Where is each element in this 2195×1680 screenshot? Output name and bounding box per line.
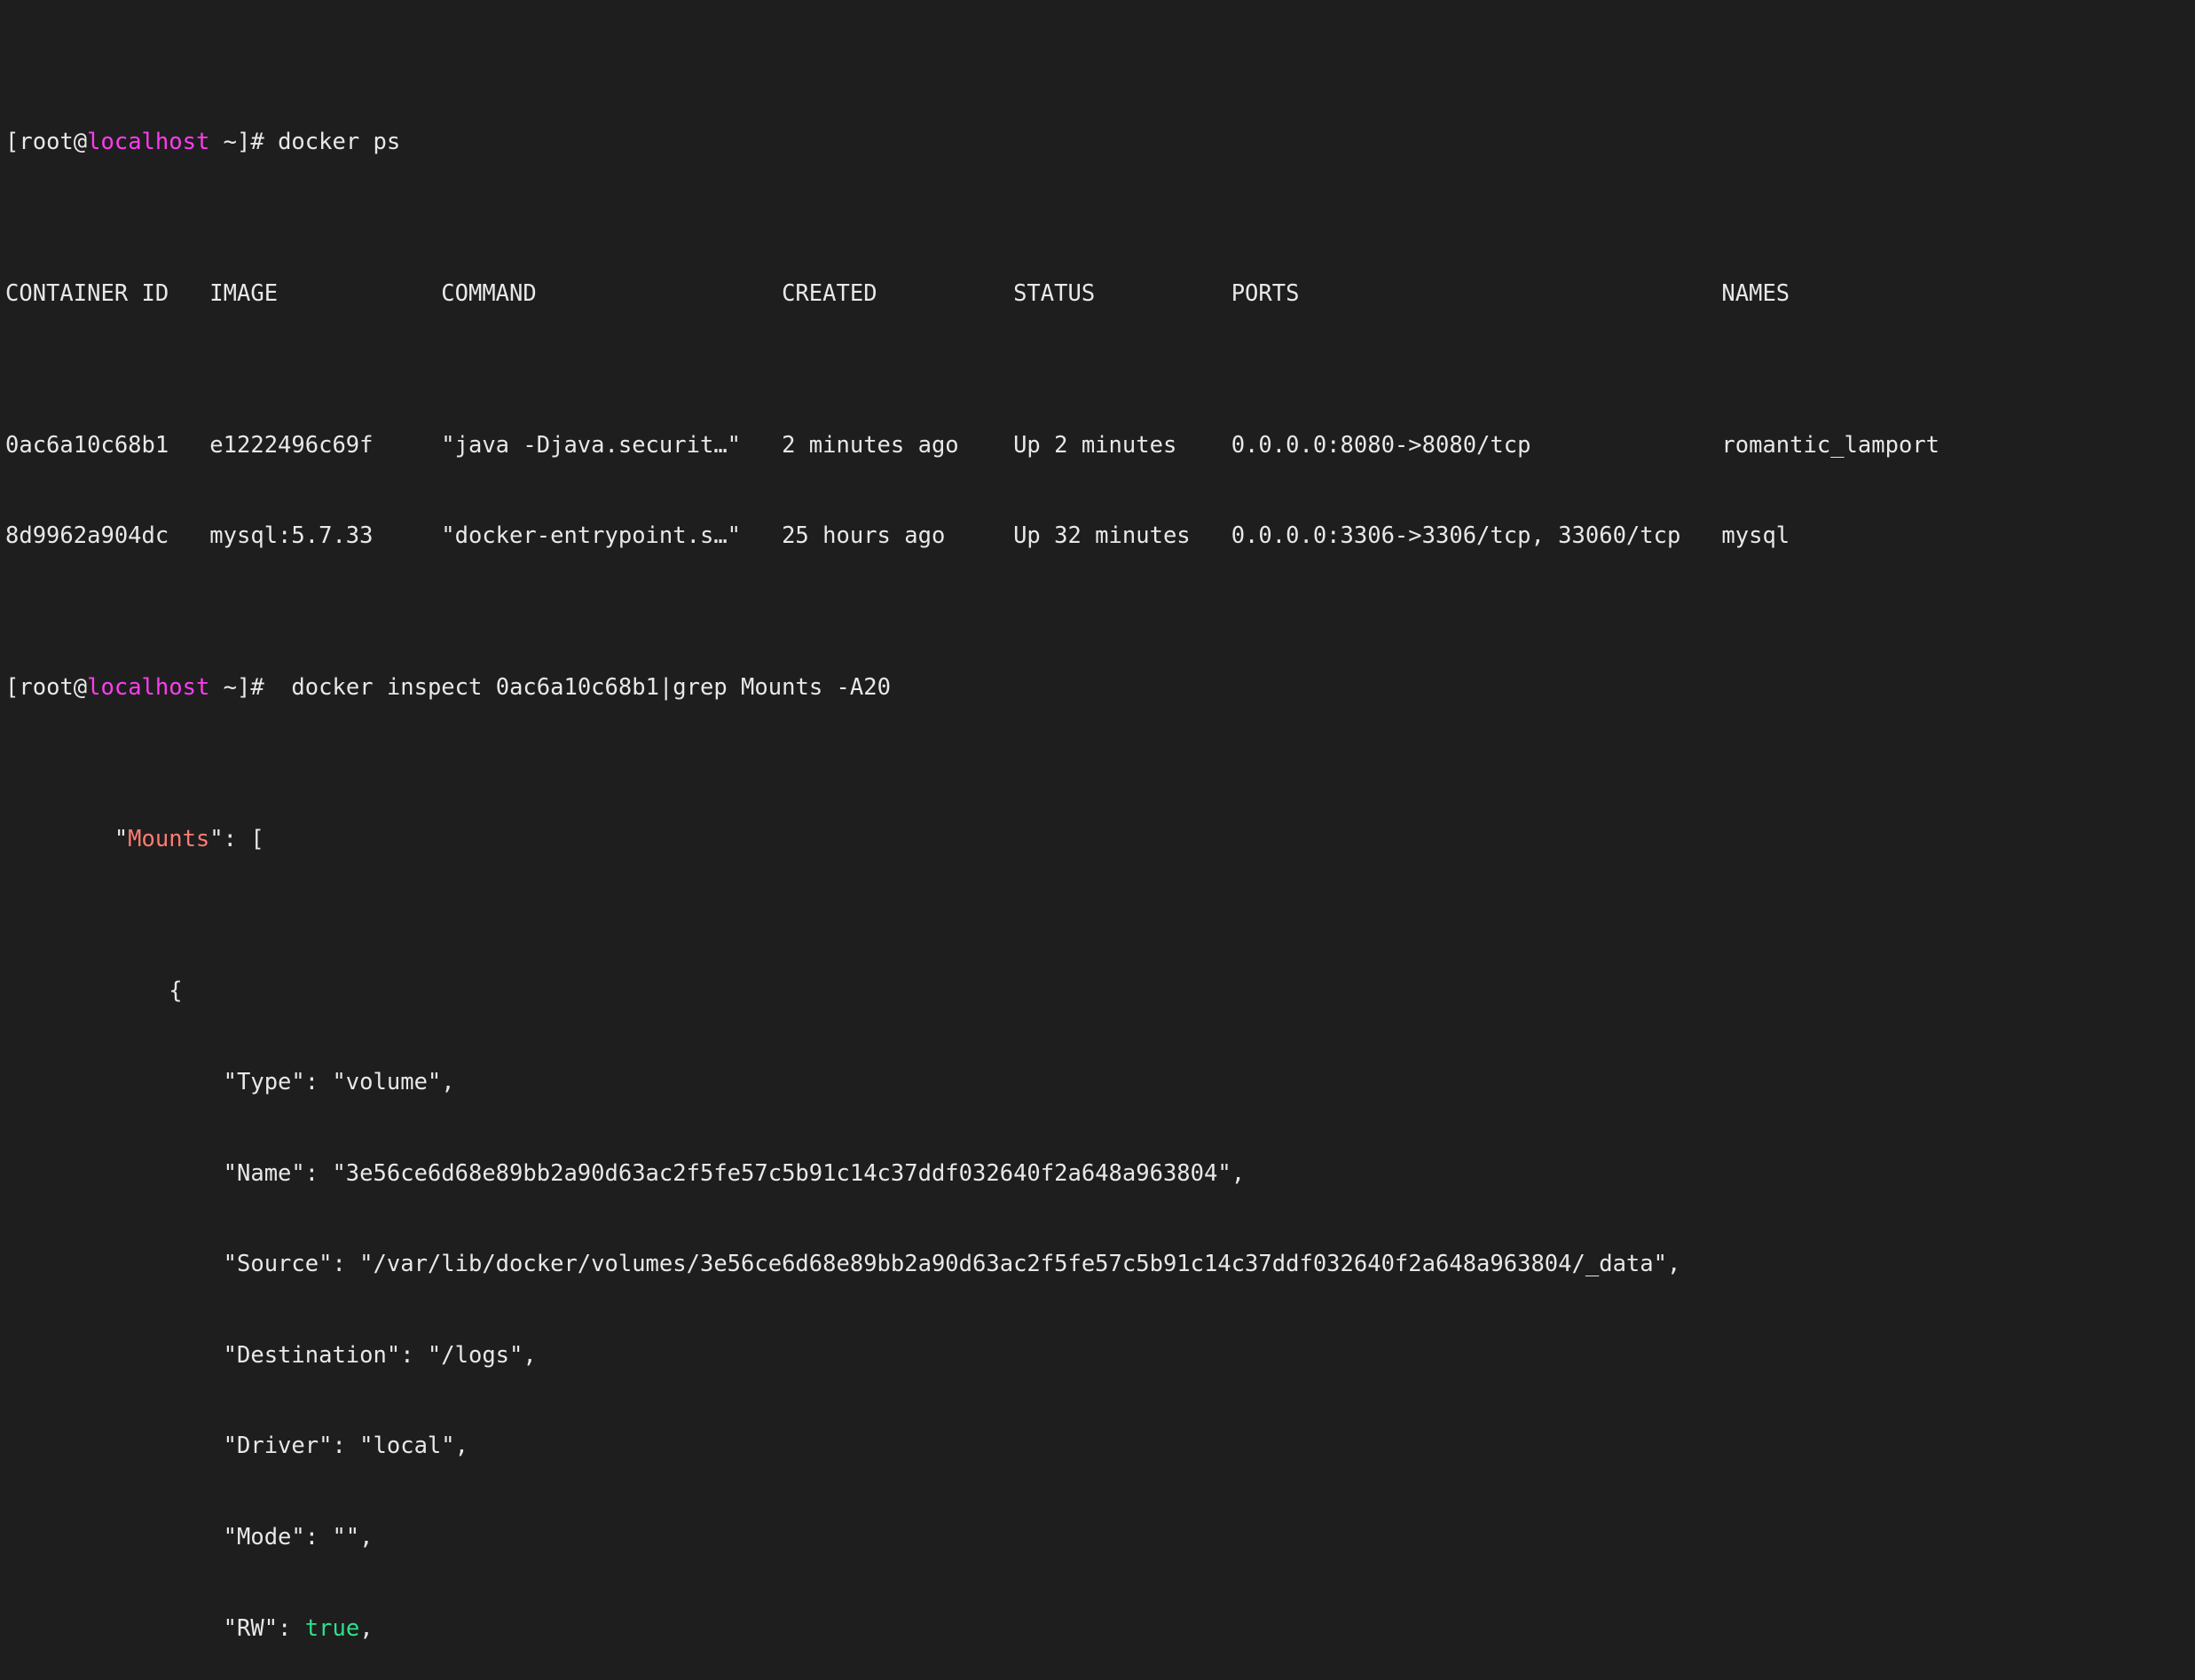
prompt-user: root: [19, 128, 74, 155]
terminal-line-prompt-1: [root@localhost ~]# docker ps: [5, 127, 2195, 157]
mount1-destination: "Destination": "/logs",: [5, 1341, 537, 1369]
prompt-path: ~]#: [209, 674, 279, 702]
prompt-user: root: [19, 674, 74, 702]
mount1-source: "Source": "/var/lib/docker/volumes/3e56c…: [5, 1251, 1681, 1278]
mount1-mode: "Mode": "",: [5, 1523, 374, 1550]
mount1-type: "Type": "volume",: [5, 1069, 455, 1095]
prompt-at: @: [73, 674, 88, 702]
prompt-host: localhost: [87, 674, 210, 702]
terminal-line-prompt-2: [root@localhost ~]# docker inspect 0ac6a…: [5, 672, 2195, 703]
prompt-at: @: [73, 128, 88, 155]
mounts-key-suffix: ": [: [209, 826, 264, 853]
prompt-host: localhost: [87, 128, 210, 155]
prompt-bracket-open: [: [5, 674, 20, 702]
mount1-open-brace: {: [5, 977, 183, 1005]
mount1-rw-value: true: [304, 1614, 360, 1642]
table-row: 0ac6a10c68b1 e1222496c69f "java -Djava.s…: [5, 431, 1940, 459]
mount1-rw-suffix: ,: [359, 1614, 374, 1642]
docker-ps-header: CONTAINER ID IMAGE COMMAND CREATED STATU…: [5, 279, 1790, 307]
command-docker-inspect: docker inspect 0ac6a10c68b1|grep Mounts …: [278, 674, 891, 702]
table-row: 8d9962a904dc mysql:5.7.33 "docker-entryp…: [5, 522, 1790, 550]
mount1-driver: "Driver": "local",: [5, 1433, 468, 1460]
mounts-key: Mounts: [128, 826, 210, 853]
mount1-rw-prefix: "RW":: [5, 1614, 305, 1642]
mount1-name: "Name": "3e56ce6d68e89bb2a90d63ac2f5fe57…: [5, 1159, 1246, 1187]
prompt-path: ~]#: [209, 128, 279, 155]
command-docker-ps: docker ps: [278, 128, 401, 155]
mount1-rw: "RW": true,: [5, 1613, 2195, 1644]
prompt-bracket-open: [: [5, 128, 20, 155]
mounts-key-prefix: ": [5, 826, 129, 853]
terminal-window[interactable]: [root@localhost ~]# docker ps CONTAINER …: [0, 0, 2195, 1642]
